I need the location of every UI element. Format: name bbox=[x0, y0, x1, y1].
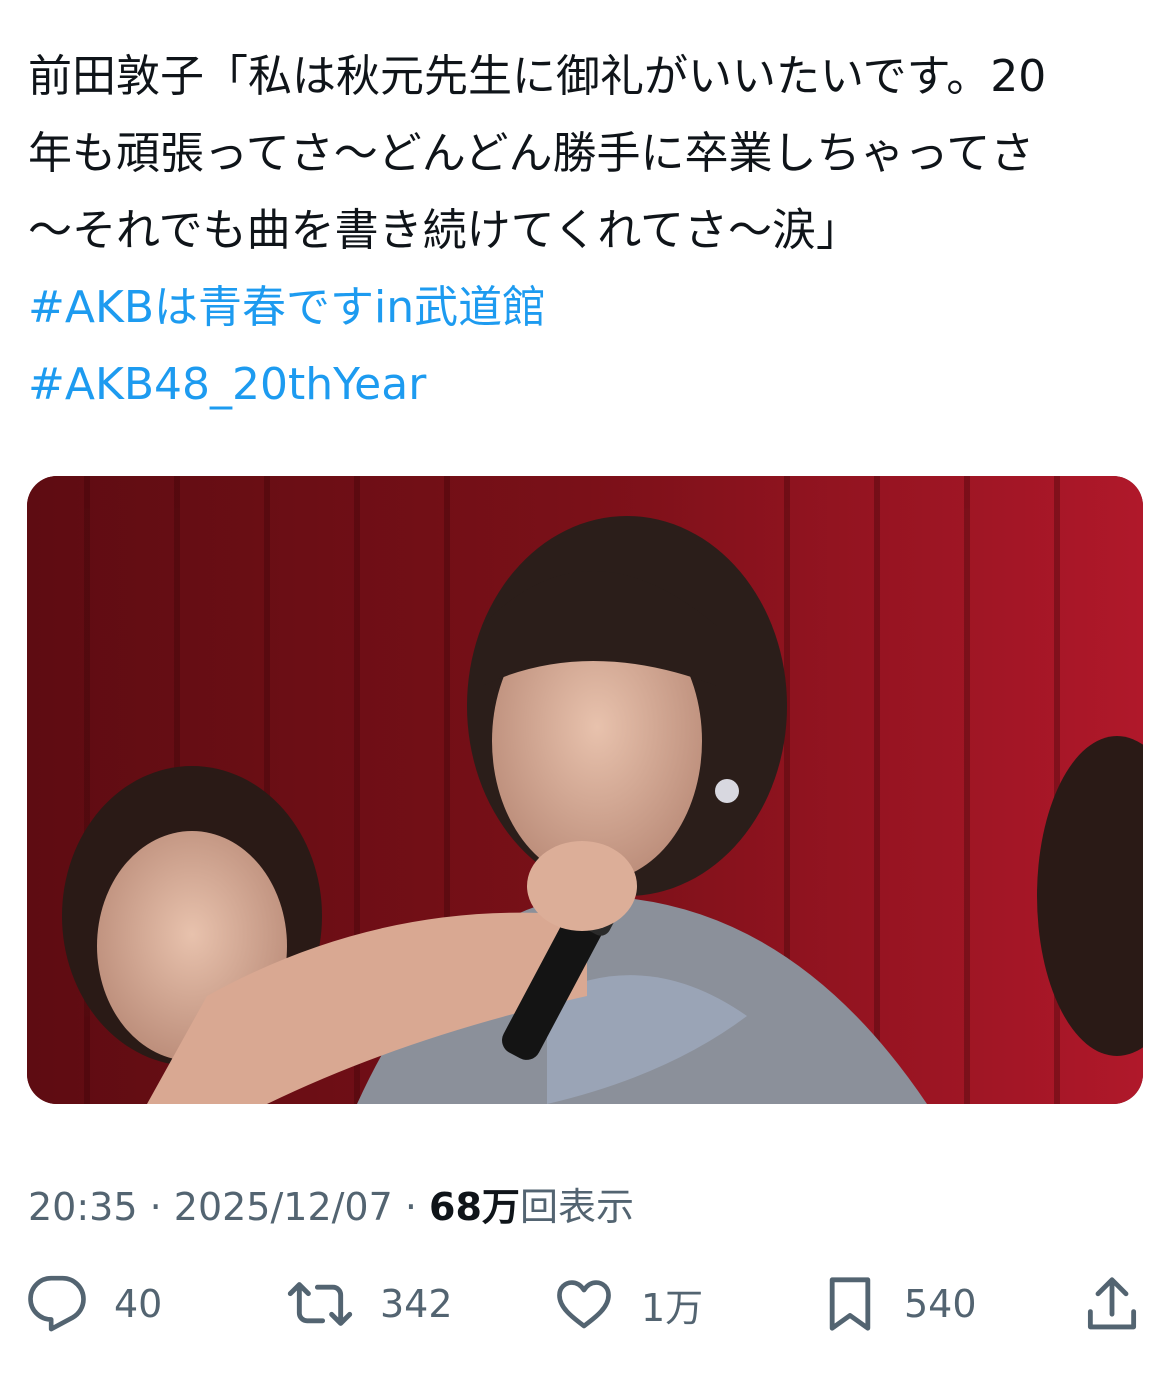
reply-button[interactable]: 40 bbox=[26, 1268, 162, 1340]
like-count: 1万 bbox=[641, 1285, 704, 1330]
action-bar: 40 342 1万 540 bbox=[0, 1268, 1170, 1340]
bookmark-button[interactable]: 540 bbox=[822, 1268, 977, 1340]
meta-separator: · bbox=[137, 1185, 174, 1229]
bookmark-count: 540 bbox=[904, 1282, 977, 1326]
views-label: 回表示 bbox=[519, 1185, 634, 1229]
retweet-icon bbox=[287, 1282, 353, 1326]
retweet-count: 342 bbox=[380, 1282, 453, 1326]
views-count: 68万 bbox=[429, 1185, 520, 1229]
tweet-date[interactable]: 2025/12/07 bbox=[174, 1185, 393, 1229]
heart-icon bbox=[557, 1280, 611, 1329]
meta-separator: · bbox=[392, 1185, 430, 1229]
reply-icon bbox=[28, 1275, 86, 1332]
tweet-media-image[interactable] bbox=[27, 476, 1143, 1104]
tweet-text-line: 前田敦子「私は秋元先生に御礼がいいたいです。20 bbox=[28, 51, 1047, 102]
bookmark-icon bbox=[829, 1277, 871, 1331]
share-icon bbox=[1087, 1277, 1137, 1330]
tweet-text: 前田敦子「私は秋元先生に御礼がいいたいです。20 年も頑張ってさ〜どんどん勝手に… bbox=[28, 38, 1148, 423]
tweet-text-line: 〜それでも曲を書き続けてくれてさ〜涙」 bbox=[28, 205, 861, 256]
hashtag-link[interactable]: #AKBは青春ですin武道館 bbox=[28, 269, 1148, 346]
share-button[interactable] bbox=[1084, 1268, 1140, 1340]
tweet-time[interactable]: 20:35 bbox=[28, 1185, 138, 1229]
hashtag-link[interactable]: #AKB48_20thYear bbox=[28, 346, 1148, 423]
tweet-meta: 20:35 · 2025/12/07 · 68万回表示 bbox=[28, 1176, 634, 1231]
tweet-text-line: 年も頑張ってさ〜どんどん勝手に卒業しちゃってさ bbox=[28, 128, 1035, 179]
retweet-button[interactable]: 342 bbox=[286, 1268, 453, 1340]
reply-count: 40 bbox=[114, 1282, 163, 1326]
like-button[interactable]: 1万 bbox=[553, 1268, 703, 1340]
